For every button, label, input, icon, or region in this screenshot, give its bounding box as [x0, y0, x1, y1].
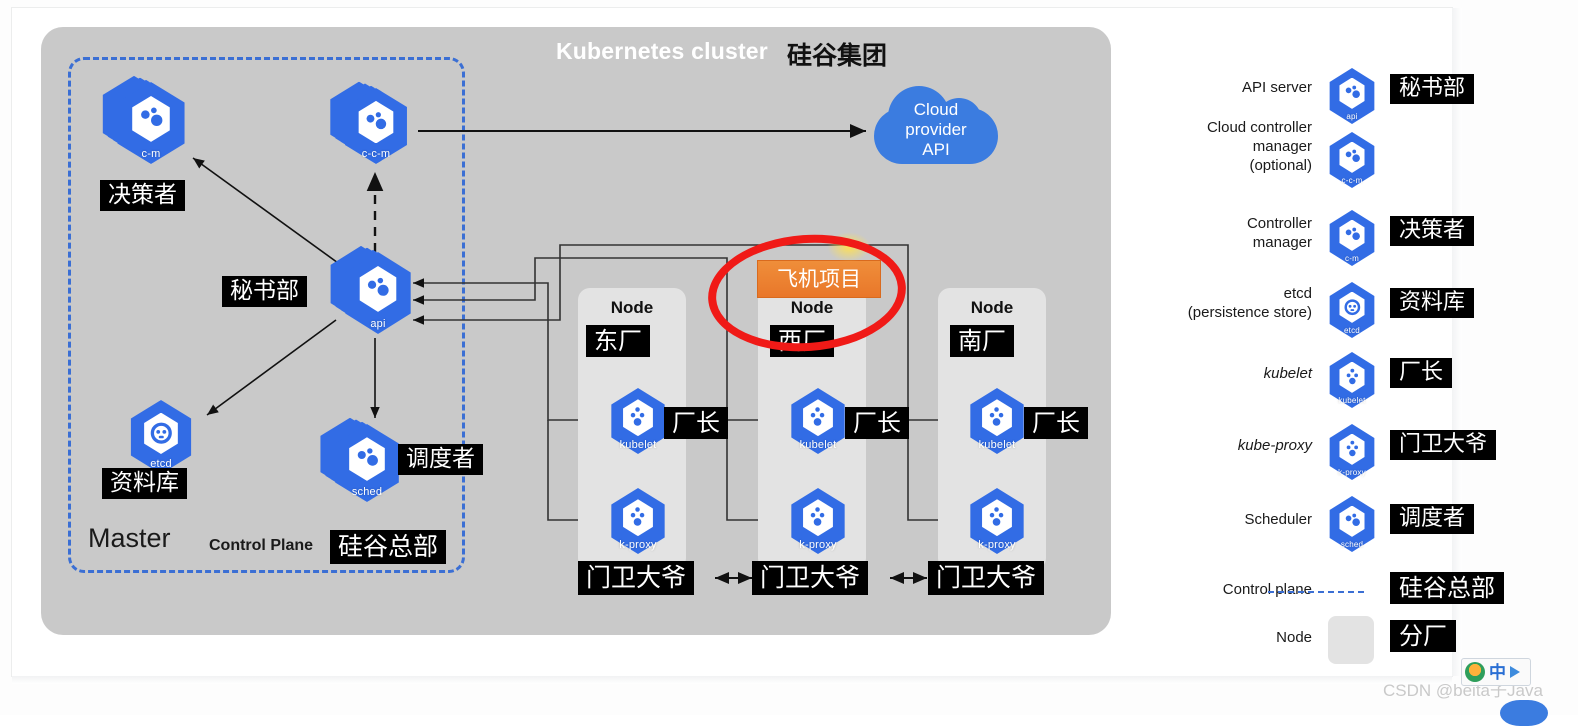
icon-caption: c-m: [1345, 254, 1359, 264]
legend-panel: API server api 秘书部 Cloud controller mana…: [1150, 30, 1570, 664]
icon-cloud-controller-manager[interactable]: c-c-m: [1326, 132, 1378, 188]
icon-kubelet[interactable]: kubelet: [1326, 352, 1378, 408]
icon-kube-proxy[interactable]: k-proxy: [966, 488, 1028, 554]
legend-label: Node: [1276, 629, 1312, 646]
label-scheduler-cn: 调度者: [398, 444, 483, 476]
control-plane-dash-swatch: [1268, 591, 1364, 593]
icon-scheduler[interactable]: sched: [1326, 496, 1378, 552]
cloud-provider-api: Cloud provider API: [874, 78, 998, 174]
kube-proxy-label-cn: 门卫大爷: [752, 561, 869, 595]
icon-kubelet[interactable]: kubelet: [787, 388, 849, 454]
label-etcd-cn: 资料库: [102, 468, 187, 500]
legend-label: Control plane: [1222, 581, 1312, 598]
cluster-title-cn: 硅谷集团: [787, 42, 888, 70]
icon-kube-proxy[interactable]: k-proxy: [607, 488, 669, 554]
legend-label: etcd (persistence store): [1187, 285, 1312, 321]
icon-kubelet[interactable]: kubelet: [607, 388, 669, 454]
icon-kubelet[interactable]: kubelet: [966, 388, 1028, 454]
master-label: Master: [88, 523, 171, 553]
icon-api-server[interactable]: api: [1326, 68, 1378, 124]
cloud-line-1: Cloud: [913, 100, 959, 119]
kube-proxy-label-cn: 门卫大爷: [928, 561, 1045, 595]
legend-label: API server: [1241, 79, 1312, 96]
node-title: Node: [610, 298, 654, 317]
icon-caption: c-m: [141, 147, 161, 160]
icon-caption: api: [1346, 112, 1358, 122]
icon-caption: kubelet: [799, 438, 837, 451]
legend-cn-label: 分厂: [1390, 620, 1456, 653]
slide-page: Kubernetes cluster 硅谷集团 c-m 决策者 c-c-m ap…: [0, 0, 1578, 726]
cluster-title-en: Kubernetes cluster: [556, 38, 768, 64]
legend-cn-label: 硅谷总部: [1390, 572, 1504, 605]
cloud-line-3: API: [922, 140, 950, 159]
icon-kube-proxy[interactable]: k-proxy: [1326, 424, 1378, 480]
icon-controller-manager[interactable]: c-m: [1326, 210, 1378, 266]
label-api-server-cn: 秘书部: [222, 276, 307, 308]
ime-arrow-icon: [1510, 666, 1520, 678]
icon-caption: etcd: [1344, 326, 1360, 336]
icon-caption: api: [370, 317, 386, 330]
legend-cn-label: 调度者: [1390, 504, 1475, 534]
node-name-cn: 东厂: [586, 325, 650, 358]
icon-scheduler[interactable]: sched: [320, 417, 404, 502]
icon-controller-manager[interactable]: c-m: [102, 75, 190, 164]
icon-caption: k-proxy: [1338, 468, 1366, 478]
node-color-swatch: [1328, 616, 1374, 664]
kubelet-label-cn: 厂长: [664, 407, 728, 440]
legend-label: Cloud controller manager (optional): [1206, 119, 1312, 174]
icon-cloud-controller-manager[interactable]: c-c-m: [330, 81, 412, 164]
legend-label: kube-proxy: [1237, 437, 1312, 454]
icon-caption: sched: [1340, 540, 1364, 550]
label-controller-manager-cn: 决策者: [100, 180, 185, 212]
kubelet-label-cn: 厂长: [1024, 407, 1088, 440]
kube-proxy-label-cn: 门卫大爷: [578, 561, 695, 595]
icon-caption: k-proxy: [799, 538, 837, 551]
icon-caption: c-c-m: [361, 148, 391, 161]
sogou-logo-icon: [1465, 662, 1485, 682]
taskbar-blue-shape: [1500, 700, 1548, 726]
control-plane-label: Control Plane: [209, 537, 314, 554]
legend-label: Scheduler: [1244, 511, 1312, 528]
icon-caption: kubelet: [1338, 396, 1366, 406]
legend-label: Controller manager: [1246, 215, 1312, 251]
icon-caption: kubelet: [978, 438, 1016, 451]
label-control-plane-cn: 硅谷总部: [330, 530, 447, 564]
icon-etcd[interactable]: etcd: [126, 400, 196, 474]
legend-cn-label: 秘书部: [1390, 74, 1475, 104]
icon-caption: k-proxy: [978, 538, 1016, 551]
icon-caption: kubelet: [619, 438, 657, 451]
node-title: Node: [970, 298, 1014, 317]
legend-label: kubelet: [1263, 365, 1312, 382]
node-name-cn: 南厂: [950, 325, 1014, 358]
legend-cn-label: 厂长: [1390, 358, 1453, 388]
icon-api-server[interactable]: api: [330, 245, 416, 334]
ime-indicator[interactable]: 中: [1461, 658, 1531, 686]
legend-cn-label: 决策者: [1390, 216, 1475, 246]
cloud-line-2: provider: [905, 120, 967, 139]
kubelet-label-cn: 厂长: [845, 407, 909, 440]
icon-etcd[interactable]: etcd: [1326, 282, 1378, 338]
sheet-bottom-edge: [12, 676, 1452, 684]
icon-kube-proxy[interactable]: k-proxy: [787, 488, 849, 554]
ime-mode-label: 中: [1489, 662, 1506, 682]
icon-caption: c-c-m: [1341, 176, 1363, 186]
legend-cn-label: 门卫大爷: [1390, 430, 1497, 460]
icon-caption: sched: [351, 486, 383, 499]
icon-caption: k-proxy: [619, 538, 657, 551]
legend-cn-label: 资料库: [1390, 288, 1475, 318]
